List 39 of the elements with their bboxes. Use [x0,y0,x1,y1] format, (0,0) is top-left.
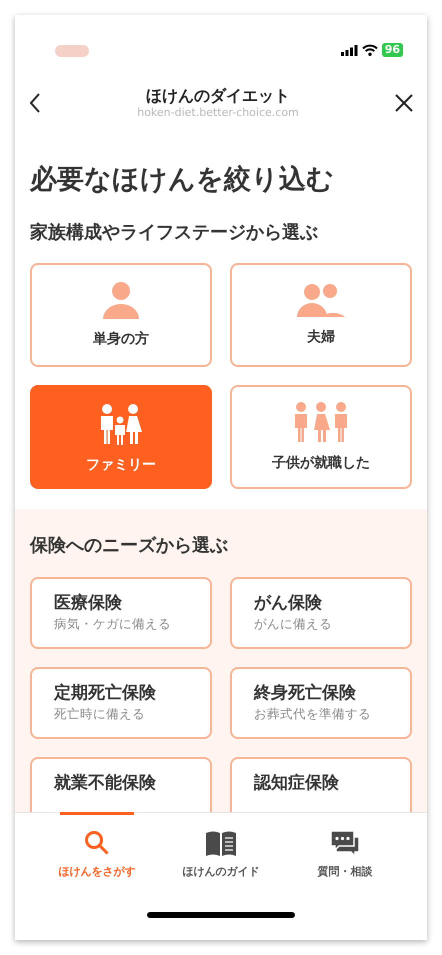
life-stage-option[interactable]: 子供が就職した [230,385,412,489]
chat-icon [330,830,360,856]
life-stage-option[interactable]: 夫婦 [230,263,412,367]
battery-level: 96 [382,43,403,57]
three-people-icon [294,400,348,442]
insurance-card[interactable]: がん保険 がんに備える [230,577,412,649]
two-people-icon [297,282,345,316]
card-title: 就業不能保険 [54,772,157,795]
book-icon [205,830,237,856]
wifi-icon [362,44,378,56]
insurance-card[interactable]: 終身死亡保険 お葬式代を準備する [230,667,412,739]
close-icon [394,94,413,112]
card-subtitle: 病気・ケガに備える [54,615,172,633]
card-subtitle: 死亡時に備える [54,705,146,723]
card-title: がん保険 [254,592,323,615]
insurance-card[interactable]: 医療保険 病気・ケガに備える [30,577,212,649]
section-heading: 家族構成やライフステージから選ぶ [29,221,319,245]
page-title: ほけんのダイエット [144,86,291,106]
section-heading: 保険へのニーズから選ぶ [30,534,229,558]
page-heading: 必要なほけんを絞り込む [28,163,335,197]
nav-tab[interactable]: ほけんのガイド [159,813,283,940]
insurance-card[interactable]: 就業不能保険 [30,757,212,812]
card-title: 医療保険 [54,592,123,615]
card-title: 定期死亡保険 [54,682,157,705]
card-subtitle: お葬式代を準備する [254,705,372,723]
card-subtitle: がんに備える [254,615,333,633]
family-icon [99,403,143,445]
nav-tab[interactable]: 質問・相談 [283,813,407,940]
insurance-card[interactable]: 認知症保険 [230,757,412,812]
site-url: hoken-diet.better-choice.com [137,106,299,120]
person-icon [102,280,140,318]
signal-icon [340,44,358,56]
back-icon [29,93,41,114]
search-icon [84,830,110,856]
blurred-time-mark [55,45,89,57]
card-title: 認知症保険 [254,772,340,795]
insurance-card[interactable]: 定期死亡保険 死亡時に備える [30,667,212,739]
life-stage-option[interactable]: 単身の方 [30,263,212,367]
card-title: 終身死亡保険 [254,682,357,705]
